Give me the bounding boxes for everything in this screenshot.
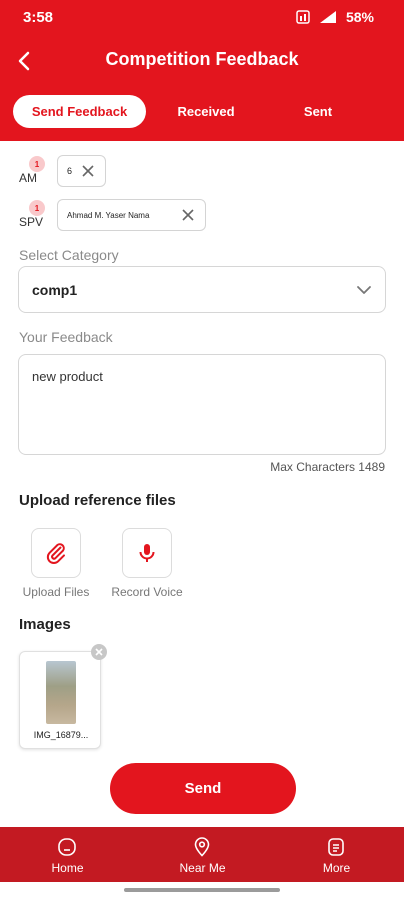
microphone-icon (139, 544, 155, 562)
spv-label: SPV (19, 215, 44, 229)
chevron-down-icon (357, 286, 371, 294)
spv-count-badge: 1 (29, 200, 45, 216)
tab-received[interactable]: Received (150, 95, 262, 128)
close-icon[interactable] (179, 206, 197, 224)
status-time: 3:58 (23, 9, 54, 26)
category-select[interactable]: comp1 (18, 266, 386, 313)
page-title: Competition Feedback (105, 49, 299, 69)
bottom-nav: Home Near Me More (0, 827, 404, 882)
image-file-name: IMG_16879... (33, 730, 89, 740)
battery-level: 58% (345, 9, 374, 25)
close-icon (95, 648, 103, 656)
home-icon (58, 838, 76, 856)
paperclip-icon (46, 543, 65, 564)
tab-send-feedback[interactable]: Send Feedback (13, 95, 146, 128)
upload-heading: Upload reference files (19, 492, 176, 509)
app-header: 3:58 58% Competition Feedback Send Feedb… (0, 0, 404, 141)
home-indicator (124, 888, 280, 892)
nav-label-more: More (322, 861, 351, 875)
send-button[interactable]: Send (110, 763, 296, 814)
upload-files-button[interactable] (31, 528, 81, 578)
nav-label-near-me: Near Me (179, 861, 226, 875)
am-count-badge: 1 (29, 156, 45, 172)
category-value: comp1 (32, 282, 78, 298)
images-heading: Images (19, 616, 71, 633)
close-icon[interactable] (79, 162, 97, 180)
category-label: Select Category (19, 247, 119, 263)
nav-item-near-me[interactable]: Near Me (135, 827, 270, 882)
spv-chip-value: Ahmad M. Yaser Nama (67, 210, 150, 220)
record-voice-label: Record Voice (111, 585, 183, 599)
location-pin-icon (194, 837, 210, 857)
am-chip: 6 (57, 155, 106, 187)
image-card[interactable]: IMG_16879... (19, 651, 101, 749)
tab-sent[interactable]: Sent (262, 95, 374, 128)
max-characters-text: Max Characters 1489 (270, 460, 385, 474)
feedback-label: Your Feedback (19, 329, 113, 345)
feedback-textarea[interactable]: new product (18, 354, 386, 455)
am-chip-value: 6 (67, 166, 73, 176)
spv-chip: Ahmad M. Yaser Nama (57, 199, 206, 231)
record-voice-button[interactable] (122, 528, 172, 578)
image-thumbnail (46, 661, 76, 724)
status-icons: 58% (296, 9, 374, 25)
am-label: AM (19, 171, 37, 185)
remove-image-button[interactable] (91, 644, 107, 660)
sim-icon (296, 10, 310, 24)
upload-files-label: Upload Files (22, 585, 90, 599)
signal-icon (319, 11, 336, 23)
nav-label-home: Home (51, 861, 84, 875)
nav-item-more[interactable]: More (269, 827, 404, 882)
document-icon (328, 838, 344, 856)
nav-item-home[interactable]: Home (0, 827, 135, 882)
status-bar: 3:58 58% (0, 0, 404, 36)
